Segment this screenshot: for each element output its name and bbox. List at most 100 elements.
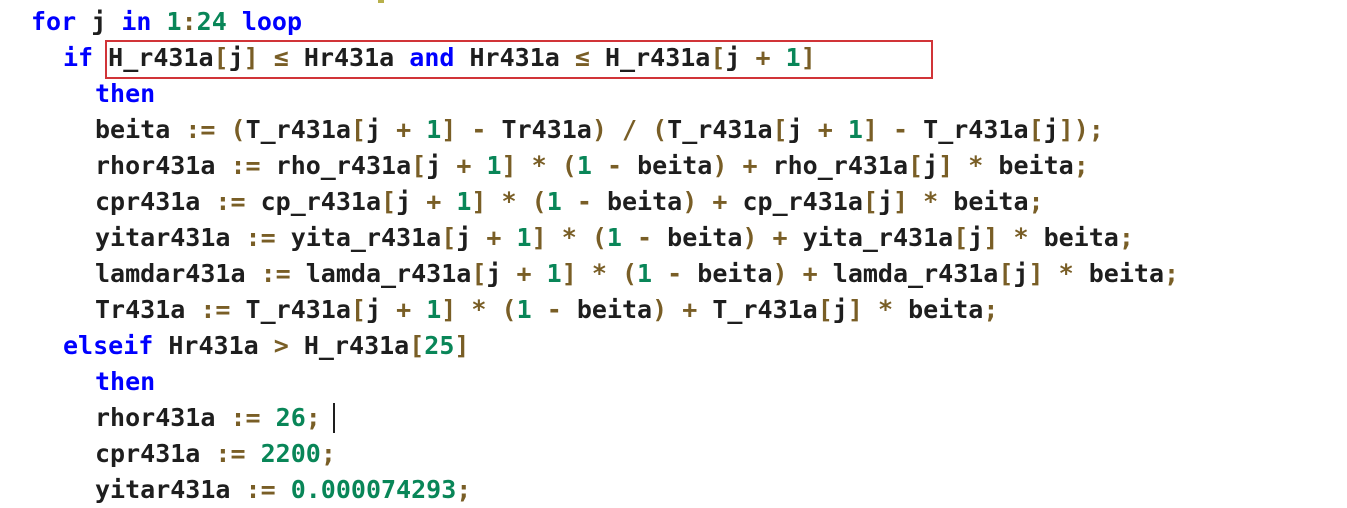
code-token-id: T_r431a <box>245 115 351 144</box>
code-token-ws <box>532 259 547 288</box>
code-token-id: beita <box>1043 223 1119 252</box>
code-token-op: - <box>606 151 622 180</box>
code-token-op: := <box>260 259 291 288</box>
code-token-op: := <box>230 151 261 180</box>
code-token-op: ≤ <box>273 43 289 72</box>
code-token-num: 0.000074293 <box>290 475 457 504</box>
code-token-ws <box>517 151 532 180</box>
code-token-id: T_r431a <box>667 115 773 144</box>
code-line[interactable]: rhor431a := rho_r431a[j + 1] * (1 - beit… <box>95 148 1089 184</box>
code-token-op: + <box>426 187 442 216</box>
code-line[interactable]: cpr431a := cp_r431a[j + 1] * (1 - beita)… <box>95 184 1044 220</box>
code-line[interactable]: then <box>95 76 155 112</box>
code-token-id: j <box>426 151 442 180</box>
code-line[interactable]: yitar431a := 0.000074293; <box>95 472 471 508</box>
code-token-ws <box>560 43 575 72</box>
code-line[interactable]: elseif Hr431a > H_r431a[25] <box>63 328 469 364</box>
code-token-ws <box>771 43 786 72</box>
code-token-ws <box>1074 259 1089 288</box>
code-token-ws <box>441 187 456 216</box>
code-token-ws <box>501 223 516 252</box>
code-token-id: Hr431a <box>168 331 259 360</box>
code-token-ws <box>259 43 274 72</box>
code-token-id: j <box>228 43 244 72</box>
code-token-op: := <box>245 475 276 504</box>
code-token-num: 25 <box>424 331 455 360</box>
code-line[interactable]: then <box>95 364 155 400</box>
code-line[interactable]: lamdar431a := lamda_r431a[j + 1] * (1 - … <box>95 256 1179 292</box>
code-token-id: Hr431a <box>469 43 560 72</box>
code-token-id: yita_r431a <box>802 223 954 252</box>
code-token-ws <box>185 295 200 324</box>
code-token-ws <box>652 223 667 252</box>
code-token-punct: [ <box>817 295 833 324</box>
code-token-ws <box>863 295 878 324</box>
code-token-punct: ; <box>1028 187 1044 216</box>
code-token-punct: [ <box>213 43 229 72</box>
code-token-ws <box>532 295 547 324</box>
code-token-op: := <box>215 439 246 468</box>
code-token-id: j <box>832 295 848 324</box>
code-token-ws <box>577 223 592 252</box>
code-token-id: beita <box>697 259 773 288</box>
code-token-ws <box>381 115 396 144</box>
code-token-num: 1 <box>426 295 442 324</box>
code-token-punct: [ <box>350 115 366 144</box>
code-token-num: 26 <box>275 403 306 432</box>
code-line[interactable]: rhor431a := 26; <box>95 400 321 436</box>
code-token-num: 1 <box>576 151 592 180</box>
code-token-ws <box>276 475 291 504</box>
code-token-id: j <box>725 43 741 72</box>
code-token-punct: ] <box>441 295 457 324</box>
code-token-punct: [ <box>350 295 366 324</box>
code-token-ws <box>1029 223 1044 252</box>
code-editor[interactable]: for j in 1:24 loop if H_r431a[j] ≤ Hr431a… <box>0 0 1347 506</box>
code-token-ws <box>215 403 230 432</box>
code-token-ws <box>607 259 622 288</box>
code-token-id: j <box>923 151 939 180</box>
code-token-op: - <box>637 223 653 252</box>
code-token-op: + <box>516 259 532 288</box>
code-token-ws <box>471 151 486 180</box>
code-token-op: * <box>877 295 894 324</box>
code-token-op: := <box>185 115 216 144</box>
code-line[interactable]: yitar431a := yita_r431a[j + 1] * (1 - be… <box>95 220 1134 256</box>
code-token-id: rhor431a <box>95 403 216 432</box>
code-token-ws <box>622 223 637 252</box>
code-token-punct: [ <box>710 43 726 72</box>
code-token-punct: [ <box>908 151 924 180</box>
code-line[interactable]: if H_r431a[j] ≤ Hr431a and Hr431a ≤ H_r4… <box>63 40 816 76</box>
code-token-punct: ] <box>938 151 954 180</box>
code-token-punct: ] <box>800 43 816 72</box>
code-token-punct: [ <box>1028 115 1044 144</box>
code-token-id: cpr431a <box>95 187 201 216</box>
code-token-id: beita <box>576 295 653 324</box>
code-token-op: + <box>742 151 758 180</box>
scroll-artifact <box>378 0 384 3</box>
code-token-num: 1 <box>546 259 562 288</box>
code-line[interactable]: cpr431a := 2200; <box>95 436 336 472</box>
code-token-ws <box>230 295 245 324</box>
code-token-ws <box>276 223 291 252</box>
code-token-id: beita <box>908 295 984 324</box>
code-token-ws <box>246 187 261 216</box>
code-token-ws <box>637 115 652 144</box>
code-token-ws <box>246 259 261 288</box>
code-line[interactable]: beita := (T_r431a[j + 1] - Tr431a) / (T_… <box>95 112 1104 148</box>
code-token-punct: ; <box>983 295 999 324</box>
code-token-punct: ; <box>456 475 472 504</box>
code-token-punct: ) <box>1073 115 1089 144</box>
code-line[interactable]: Tr431a := T_r431a[j + 1] * (1 - beita) +… <box>95 292 998 328</box>
code-token-ws <box>727 151 742 180</box>
code-token-ws <box>547 223 562 252</box>
code-token-id: beita <box>953 187 1029 216</box>
code-line[interactable]: for j in 1:24 loop <box>31 4 302 40</box>
code-token-ws <box>170 115 185 144</box>
code-token-punct: ] <box>893 187 909 216</box>
code-token-id: Tr431a <box>95 295 186 324</box>
code-token-id: j <box>396 187 412 216</box>
code-token-num: 1 <box>166 7 182 36</box>
code-token-op: + <box>802 259 818 288</box>
code-token-ws <box>697 187 712 216</box>
code-token-ws <box>758 151 773 180</box>
